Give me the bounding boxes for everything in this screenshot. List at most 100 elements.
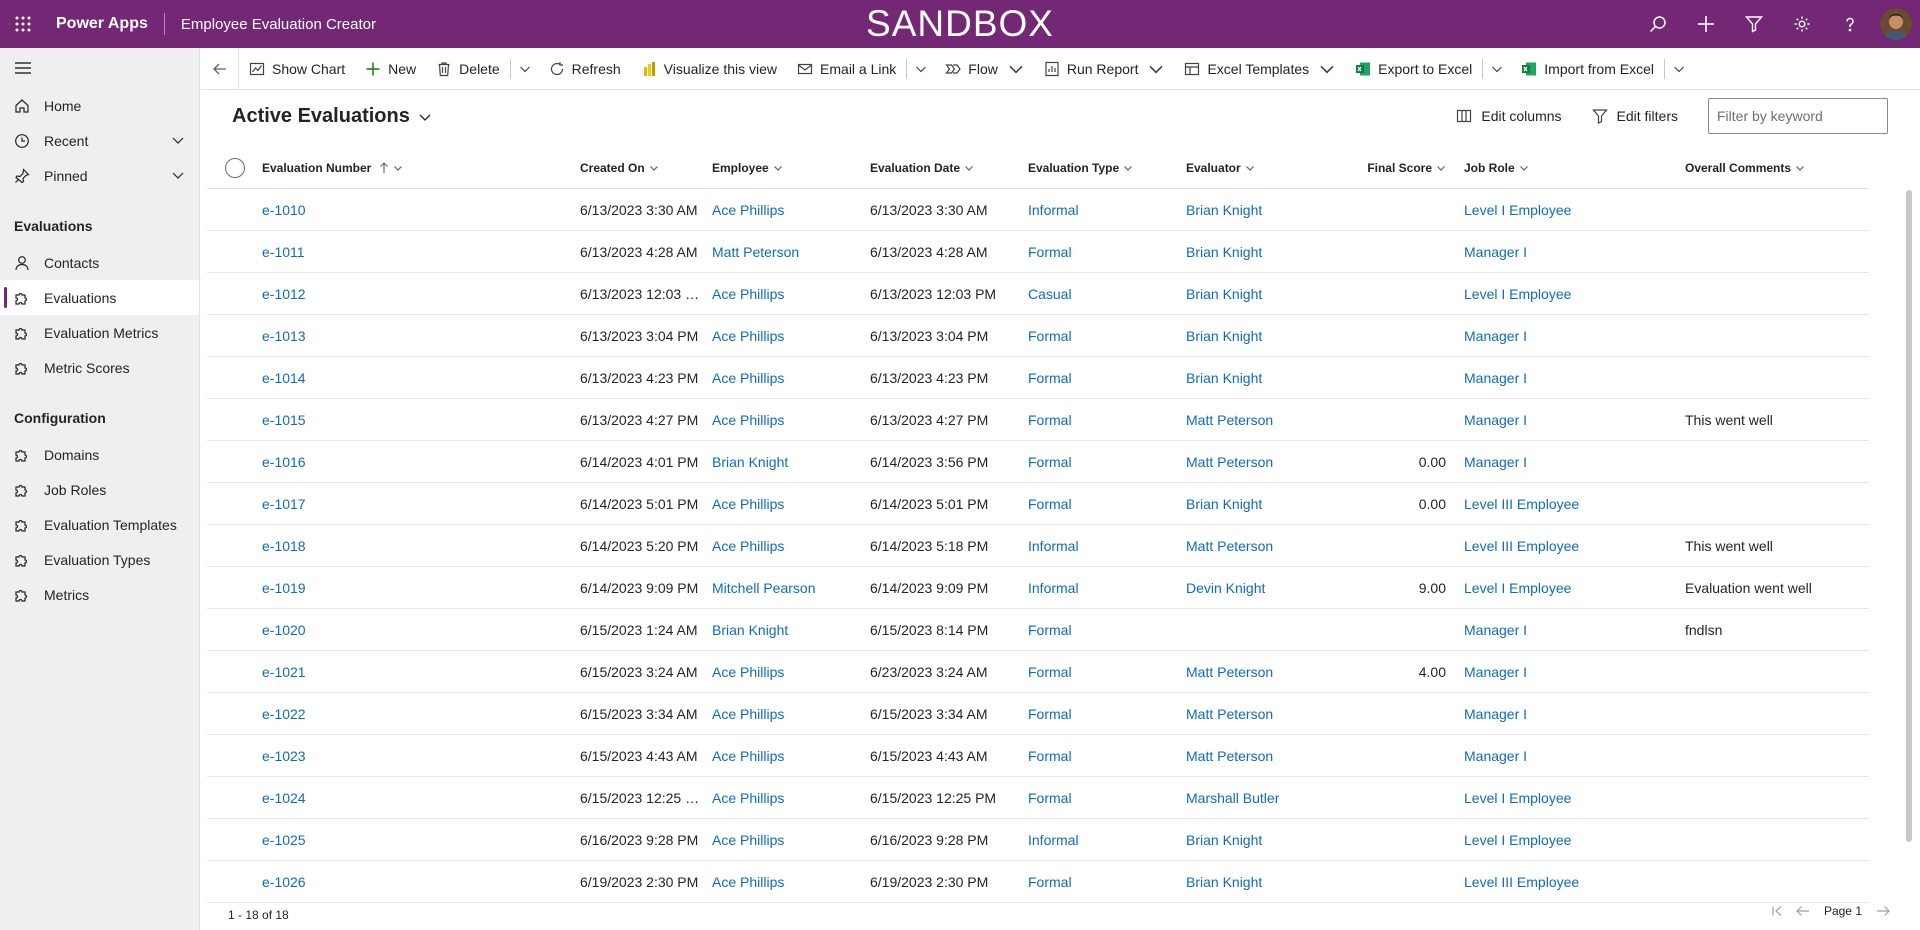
type-value[interactable]: Formal bbox=[1028, 790, 1072, 806]
cell-number[interactable]: e-1024 bbox=[262, 790, 580, 806]
evaluator-value[interactable]: Brian Knight bbox=[1186, 244, 1262, 260]
plus-icon[interactable] bbox=[1682, 0, 1730, 48]
filter-icon[interactable] bbox=[1730, 0, 1778, 48]
cell-type[interactable]: Formal bbox=[1028, 328, 1186, 344]
evaluator-value[interactable]: Matt Peterson bbox=[1186, 664, 1273, 680]
cell-employee[interactable]: Ace Phillips bbox=[712, 664, 870, 680]
cell-type[interactable]: Formal bbox=[1028, 790, 1186, 806]
employee-value[interactable]: Ace Phillips bbox=[712, 496, 784, 512]
cell-evaluator[interactable]: Brian Knight bbox=[1186, 832, 1344, 848]
type-value[interactable]: Formal bbox=[1028, 748, 1072, 764]
export-excel-button[interactable]: Export to Excel bbox=[1345, 48, 1482, 90]
table-row[interactable]: e-1011 6/13/2023 4:28 AM Matt Peterson 6/13… bbox=[207, 231, 1869, 273]
cell-type[interactable]: Informal bbox=[1028, 832, 1186, 848]
role-value[interactable]: Level I Employee bbox=[1464, 832, 1571, 848]
employee-value[interactable]: Ace Phillips bbox=[712, 538, 784, 554]
delete-button[interactable]: Delete bbox=[426, 48, 509, 90]
column-header-created-on[interactable]: Created On bbox=[580, 161, 712, 175]
sidebar-item-evaluation-templates[interactable]: Evaluation Templates bbox=[0, 507, 199, 542]
table-row[interactable]: e-1015 6/13/2023 4:27 PM Ace Phillips 6/13/… bbox=[207, 399, 1869, 441]
cell-evaluator[interactable]: Matt Peterson bbox=[1186, 454, 1344, 470]
evaluator-value[interactable]: Brian Knight bbox=[1186, 496, 1262, 512]
type-value[interactable]: Formal bbox=[1028, 454, 1072, 470]
cell-evaluator[interactable]: Brian Knight bbox=[1186, 244, 1344, 260]
cell-employee[interactable]: Brian Knight bbox=[712, 622, 870, 638]
evaluator-value[interactable]: Brian Knight bbox=[1186, 202, 1262, 218]
employee-value[interactable]: Ace Phillips bbox=[712, 874, 784, 890]
cell-employee[interactable]: Ace Phillips bbox=[712, 832, 870, 848]
table-row[interactable]: e-1025 6/16/2023 9:28 PM Ace Phillips 6/16/… bbox=[207, 819, 1869, 861]
table-row[interactable]: e-1024 6/15/2023 12:25 PM Ace Phillips 6/15… bbox=[207, 777, 1869, 819]
cell-number[interactable]: e-1022 bbox=[262, 706, 580, 722]
more-export-chevron-icon[interactable] bbox=[1483, 48, 1511, 90]
number-value[interactable]: e-1023 bbox=[262, 748, 306, 764]
cell-role[interactable]: Level I Employee bbox=[1464, 790, 1685, 806]
new-button[interactable]: New bbox=[355, 48, 426, 90]
role-value[interactable]: Level I Employee bbox=[1464, 286, 1571, 302]
cell-role[interactable]: Manager I bbox=[1464, 454, 1685, 470]
type-value[interactable]: Formal bbox=[1028, 496, 1072, 512]
user-avatar[interactable] bbox=[1880, 8, 1912, 40]
flow-button[interactable]: Flow bbox=[935, 48, 1034, 90]
cell-role[interactable]: Level I Employee bbox=[1464, 580, 1685, 596]
sidebar-item-metrics[interactable]: Metrics bbox=[0, 577, 199, 612]
search-icon[interactable] bbox=[1634, 0, 1682, 48]
cell-type[interactable]: Formal bbox=[1028, 496, 1186, 512]
cell-role[interactable]: Manager I bbox=[1464, 622, 1685, 638]
chevron-down-icon[interactable] bbox=[171, 133, 185, 150]
select-all-radio[interactable] bbox=[224, 157, 245, 178]
cell-role[interactable]: Level I Employee bbox=[1464, 202, 1685, 218]
column-header-job-role[interactable]: Job Role bbox=[1464, 161, 1685, 175]
table-row[interactable]: e-1026 6/19/2023 2:30 PM Ace Phillips 6/19/… bbox=[207, 861, 1869, 903]
cell-evaluator[interactable]: Marshall Butler bbox=[1186, 790, 1344, 806]
help-icon[interactable] bbox=[1826, 0, 1874, 48]
cell-evaluator[interactable]: Brian Knight bbox=[1186, 328, 1344, 344]
cell-type[interactable]: Formal bbox=[1028, 370, 1186, 386]
cell-number[interactable]: e-1014 bbox=[262, 370, 580, 386]
cell-number[interactable]: e-1023 bbox=[262, 748, 580, 764]
evaluator-value[interactable]: Brian Knight bbox=[1186, 328, 1262, 344]
number-value[interactable]: e-1016 bbox=[262, 454, 306, 470]
table-row[interactable]: e-1018 6/14/2023 5:20 PM Ace Phillips 6/14/… bbox=[207, 525, 1869, 567]
role-value[interactable]: Manager I bbox=[1464, 328, 1527, 344]
number-value[interactable]: e-1010 bbox=[262, 202, 306, 218]
cell-number[interactable]: e-1025 bbox=[262, 832, 580, 848]
role-value[interactable]: Manager I bbox=[1464, 748, 1527, 764]
type-value[interactable]: Formal bbox=[1028, 622, 1072, 638]
hamburger-menu-icon[interactable] bbox=[0, 48, 199, 88]
previous-page-icon[interactable] bbox=[1790, 905, 1816, 917]
employee-value[interactable]: Brian Knight bbox=[712, 454, 788, 470]
chevron-down-icon[interactable] bbox=[171, 168, 185, 185]
cell-employee[interactable]: Mitchell Pearson bbox=[712, 580, 870, 596]
cell-evaluator[interactable]: Brian Knight bbox=[1186, 286, 1344, 302]
cell-number[interactable]: e-1016 bbox=[262, 454, 580, 470]
import-excel-button[interactable]: Import from Excel bbox=[1511, 48, 1664, 90]
role-value[interactable]: Manager I bbox=[1464, 454, 1527, 470]
column-header-employee[interactable]: Employee bbox=[712, 161, 870, 175]
type-value[interactable]: Formal bbox=[1028, 370, 1072, 386]
type-value[interactable]: Informal bbox=[1028, 580, 1079, 596]
edit-columns-button[interactable]: Edit columns bbox=[1456, 108, 1562, 124]
number-value[interactable]: e-1012 bbox=[262, 286, 306, 302]
evaluator-value[interactable]: Brian Knight bbox=[1186, 874, 1262, 890]
cell-type[interactable]: Formal bbox=[1028, 244, 1186, 260]
cell-employee[interactable]: Ace Phillips bbox=[712, 328, 870, 344]
app-launcher-icon[interactable] bbox=[0, 0, 46, 48]
cell-number[interactable]: e-1013 bbox=[262, 328, 580, 344]
cell-employee[interactable]: Matt Peterson bbox=[712, 244, 870, 260]
table-row[interactable]: e-1020 6/15/2023 1:24 AM Brian Knight 6/15/… bbox=[207, 609, 1869, 651]
employee-value[interactable]: Ace Phillips bbox=[712, 706, 784, 722]
cell-role[interactable]: Manager I bbox=[1464, 328, 1685, 344]
column-header-overall-comments[interactable]: Overall Comments bbox=[1685, 161, 1825, 175]
grid-scrollbar[interactable] bbox=[1906, 190, 1912, 842]
sidebar-item-domains[interactable]: Domains bbox=[0, 437, 199, 472]
cell-evaluator[interactable]: Brian Knight bbox=[1186, 202, 1344, 218]
number-value[interactable]: e-1022 bbox=[262, 706, 306, 722]
cell-evaluator[interactable]: Devin Knight bbox=[1186, 580, 1344, 596]
cell-evaluator[interactable]: Matt Peterson bbox=[1186, 538, 1344, 554]
number-value[interactable]: e-1017 bbox=[262, 496, 306, 512]
filter-keyword-input[interactable] bbox=[1708, 98, 1888, 134]
sidebar-item-metric-scores[interactable]: Metric Scores bbox=[0, 350, 199, 385]
cell-evaluator[interactable]: Matt Peterson bbox=[1186, 664, 1344, 680]
column-header-evaluation-type[interactable]: Evaluation Type bbox=[1028, 161, 1186, 175]
